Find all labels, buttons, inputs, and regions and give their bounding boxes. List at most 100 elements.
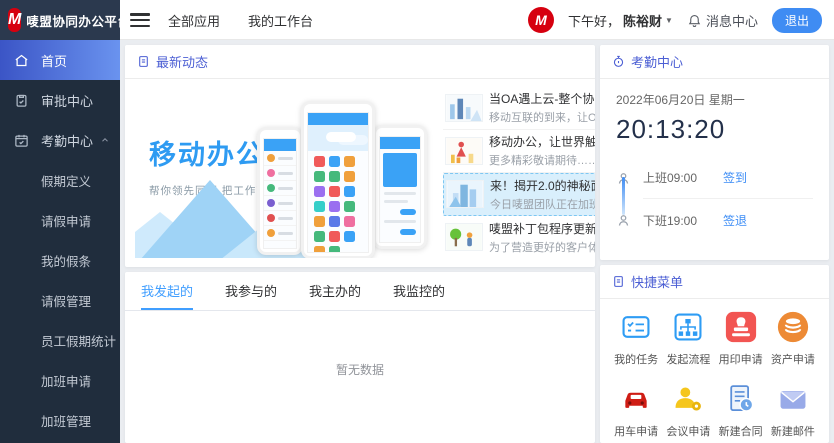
- quick-item-label: 发起流程: [666, 351, 710, 367]
- sidebar-sub-overtime-management[interactable]: 加班管理: [0, 400, 120, 440]
- news-thumbnail: [445, 223, 483, 251]
- quick-menu-header: 快捷菜单: [600, 265, 829, 299]
- tab-monitored-by-me[interactable]: 我监控的: [393, 272, 445, 310]
- document-icon: [612, 275, 625, 288]
- tasks-panel: 我发起的 我参与的 我主办的 我监控的 暂无数据: [125, 272, 595, 443]
- news-panel: 最新动态 移动办公 帮你领先同行 把工作带出办公室: [125, 45, 595, 267]
- user-avatar[interactable]: M: [528, 7, 554, 33]
- sidebar-sub-leave-management[interactable]: 请假管理: [0, 280, 120, 320]
- bell-icon: [687, 13, 702, 28]
- sidebar: 首页 审批中心 考勤中心 假期定义 请假申请 我的假条 请假管理 员工假期统计 …: [0, 40, 120, 443]
- user-menu[interactable]: 下午好，陈裕财 ▼: [568, 11, 673, 30]
- sidebar-item-label: 考勤中心: [41, 131, 100, 150]
- check-out-link[interactable]: 签退: [723, 212, 747, 229]
- quick-menu-panel: 快捷菜单 我的任务 发起流程 用印申请 资产申请: [600, 265, 829, 443]
- app-root: M 唛盟协同办公平台 全部应用 我的工作台 M 下午好，陈裕财 ▼ 消息中心 退…: [0, 0, 834, 443]
- banner-phone-contacts: [257, 127, 303, 255]
- empty-state-text: 暂无数据: [125, 311, 595, 378]
- news-item-highlighted[interactable]: 来！揭开2.0的神秘面纱~ 今日唛盟团队正在加班加点，: [443, 173, 595, 217]
- top-header: M 唛盟协同办公平台 全部应用 我的工作台 M 下午好，陈裕财 ▼ 消息中心 退…: [0, 0, 834, 40]
- tab-initiated-by-me[interactable]: 我发起的: [141, 272, 193, 310]
- tab-participated-by-me[interactable]: 我参与的: [225, 272, 277, 310]
- attendance-row-checkin: 上班09:00 签到: [616, 157, 813, 199]
- shift-label: 上班09:00: [643, 169, 723, 186]
- news-title: 来！揭开2.0的神秘面纱~: [490, 177, 595, 194]
- tasks-icon: [620, 311, 652, 343]
- quick-item-vehicle-request[interactable]: 用车申请: [610, 383, 662, 439]
- check-in-link[interactable]: 签到: [723, 169, 747, 186]
- nav-all-apps[interactable]: 全部应用: [168, 11, 220, 30]
- attendance-clock: 20:13:20: [616, 114, 813, 145]
- stamp-icon: [725, 311, 757, 343]
- quick-menu-grid: 我的任务 发起流程 用印申请 资产申请 用车申请: [600, 299, 829, 439]
- message-center-label: 消息中心: [706, 11, 758, 30]
- shift-label: 下班19:00: [643, 212, 723, 229]
- mail-icon: [777, 383, 809, 415]
- sidebar-item-attendance[interactable]: 考勤中心: [0, 120, 120, 160]
- quick-item-my-tasks[interactable]: 我的任务: [610, 311, 662, 367]
- sidebar-sub-holiday-definition[interactable]: 假期定义: [0, 160, 120, 200]
- news-title: 移动办公，让世界触手可: [489, 133, 595, 150]
- quick-item-label: 用车申请: [614, 423, 658, 439]
- sidebar-sub-overtime-request[interactable]: 加班申请: [0, 360, 120, 400]
- header-right: M 下午好，陈裕财 ▼ 消息中心 退出: [528, 0, 822, 40]
- greeting-text: 下午好，: [568, 11, 620, 30]
- user-name: 陈裕财: [623, 11, 662, 30]
- quick-item-label: 资产申请: [771, 351, 815, 367]
- meeting-icon: [672, 383, 704, 415]
- sidebar-sub-leave-request[interactable]: 请假申请: [0, 200, 120, 240]
- attendance-timeline: 上班09:00 签到 下班19:00 签退: [616, 157, 813, 241]
- news-list: 当OA遇上云-整个协同OA 移动互联的到来，让OA与云 移动办公，让世界触手可 …: [435, 87, 595, 258]
- quick-item-new-mail[interactable]: 新建邮件: [767, 383, 819, 439]
- timeline-connector: [622, 177, 625, 215]
- clipboard-icon: [14, 93, 29, 108]
- news-item[interactable]: 唛盟补丁包程序更新 为了营造更好的客户体验，唛: [443, 216, 595, 258]
- chevron-up-icon: [100, 135, 110, 145]
- stopwatch-icon: [612, 55, 625, 68]
- news-item[interactable]: 移动办公，让世界触手可 更多精彩敬请期待……: [443, 130, 595, 173]
- quick-item-seal-request[interactable]: 用印申请: [715, 311, 767, 367]
- quick-item-label: 用印申请: [719, 351, 763, 367]
- brand: M 唛盟协同办公平台: [0, 0, 120, 40]
- sidebar-item-approval[interactable]: 审批中心: [0, 80, 120, 120]
- news-title: 唛盟补丁包程序更新: [489, 220, 595, 237]
- asset-icon: [777, 311, 809, 343]
- logout-button[interactable]: 退出: [772, 8, 822, 33]
- car-icon: [620, 383, 652, 415]
- message-center[interactable]: 消息中心: [687, 11, 758, 30]
- sidebar-sub-staff-holiday-stats[interactable]: 员工假期统计: [0, 320, 120, 360]
- caret-down-icon: ▼: [665, 16, 673, 25]
- news-thumbnail: [445, 137, 483, 165]
- logo-icon: M: [8, 8, 21, 32]
- mobile-office-banner: 移动办公 帮你领先同行 把工作带出办公室: [135, 87, 435, 258]
- menu-toggle-icon[interactable]: [130, 11, 150, 29]
- news-panel-header: 最新动态: [125, 45, 595, 79]
- news-subtitle: 今日唛盟团队正在加班加点，: [490, 196, 595, 212]
- banner-headline: 移动办公: [149, 133, 265, 172]
- news-subtitle: 移动互联的到来，让OA与云: [489, 109, 595, 125]
- app-title: 唛盟协同办公平台: [26, 11, 130, 30]
- news-title: 当OA遇上云-整个协同OA: [489, 90, 595, 107]
- banner-phone-apps: [301, 101, 375, 258]
- quick-item-start-process[interactable]: 发起流程: [662, 311, 714, 367]
- sidebar-item-label: 审批中心: [41, 91, 110, 110]
- quick-item-label: 新建邮件: [771, 423, 815, 439]
- sidebar-item-home[interactable]: 首页: [0, 40, 120, 80]
- news-subtitle: 为了营造更好的客户体验，唛: [489, 239, 595, 255]
- quick-menu-title: 快捷菜单: [631, 272, 683, 291]
- quick-item-label: 会议申请: [666, 423, 710, 439]
- attendance-row-checkout: 下班19:00 签退: [616, 199, 813, 241]
- calendar-check-icon: [14, 133, 29, 148]
- banner-phone-detail: [373, 125, 427, 249]
- quick-item-asset-request[interactable]: 资产申请: [767, 311, 819, 367]
- home-icon: [14, 53, 29, 68]
- news-subtitle: 更多精彩敬请期待……: [489, 152, 595, 168]
- news-item[interactable]: 当OA遇上云-整个协同OA 移动互联的到来，让OA与云: [443, 87, 595, 130]
- quick-item-new-contract[interactable]: 新建合同: [715, 383, 767, 439]
- top-nav: 全部应用 我的工作台: [168, 0, 313, 40]
- tab-hosted-by-me[interactable]: 我主办的: [309, 272, 361, 310]
- quick-item-meeting-request[interactable]: 会议申请: [662, 383, 714, 439]
- sidebar-sub-my-leave-notes[interactable]: 我的假条: [0, 240, 120, 280]
- attendance-body: 2022年06月20日 星期一 20:13:20 上班09:00 签到: [600, 79, 829, 241]
- nav-my-workspace[interactable]: 我的工作台: [248, 11, 313, 30]
